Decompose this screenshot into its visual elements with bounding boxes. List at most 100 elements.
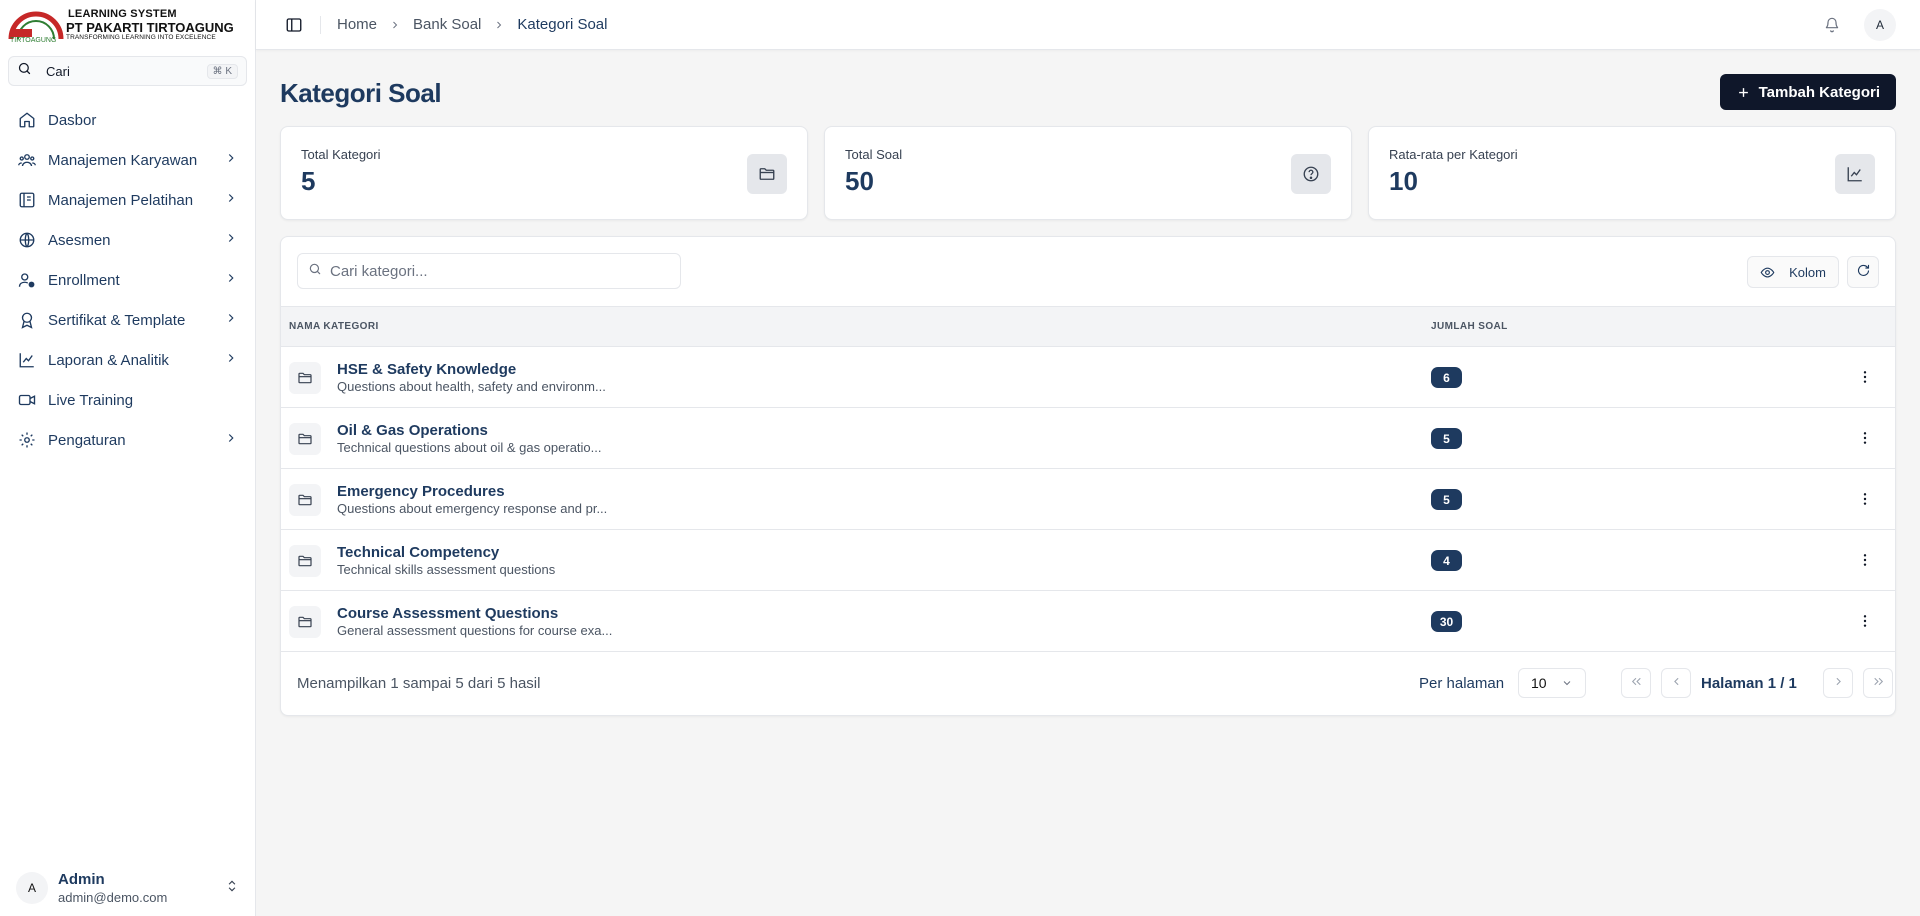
sidebar-item-manajemen-karyawan[interactable]: Manajemen Karyawan [0, 140, 256, 180]
gear-icon [18, 431, 36, 449]
last-page-button[interactable] [1863, 668, 1893, 698]
sidebar-item-dasbor[interactable]: Dasbor [0, 100, 256, 140]
brand-logo[interactable]: TIRTOAGUNG LEARNING SYSTEM PT PAKARTI TI… [0, 0, 255, 52]
chevron-right-icon [224, 351, 238, 369]
avatar[interactable]: A [1864, 8, 1896, 41]
globe-icon [18, 231, 36, 249]
divider [320, 15, 321, 34]
table-row[interactable]: Course Assessment Questions General asse… [281, 591, 1895, 652]
topbar: Home Bank Soal Kategori Soal A [256, 0, 1920, 50]
chevrons-right-icon [1872, 675, 1885, 691]
logo-mark: TIRTOAGUNG [8, 9, 64, 45]
row-title[interactable]: Technical Competency [337, 544, 499, 561]
stat-card-rata-rata: Rata-rata per Kategori 10 [1368, 126, 1896, 220]
table-row[interactable]: Oil & Gas Operations Technical questions… [281, 408, 1895, 469]
sidebar-item-label: Asesmen [48, 231, 111, 249]
sidebar-search-placeholder: Cari [46, 63, 70, 79]
sidebar-item-label: Dasbor [48, 111, 97, 129]
category-search-input[interactable] [330, 262, 650, 280]
brand-line1: LEARNING SYSTEM [68, 8, 177, 20]
next-page-button[interactable] [1823, 668, 1853, 698]
column-header-count[interactable]: JUMLAH SOAL [1431, 321, 1508, 332]
refresh-button[interactable] [1847, 256, 1879, 288]
sidebar-item-label: Manajemen Pelatihan [48, 191, 194, 209]
plus-icon [1736, 85, 1751, 100]
folder-icon [289, 484, 321, 516]
sidebar-item-asesmen[interactable]: Asesmen [0, 220, 256, 260]
chevron-right-icon [493, 19, 505, 31]
add-category-button[interactable]: Tambah Kategori [1719, 74, 1896, 110]
sidebar-item-laporan-analitik[interactable]: Laporan & Analitik [0, 340, 256, 380]
more-vertical-icon[interactable] [1855, 611, 1875, 631]
sidebar-item-label: Sertifikat & Template [48, 311, 186, 329]
sidebar-toggle-icon[interactable] [284, 15, 304, 35]
search-icon [308, 262, 322, 281]
first-page-button[interactable] [1621, 668, 1651, 698]
chevron-right-icon [224, 431, 238, 449]
sidebar-nav: Dasbor Manajemen Karyawan Manajemen Pela… [0, 100, 256, 460]
more-vertical-icon[interactable] [1855, 428, 1875, 448]
breadcrumb-home[interactable]: Home [337, 16, 377, 33]
bell-icon[interactable] [1822, 15, 1842, 35]
row-title[interactable]: HSE & Safety Knowledge [337, 361, 516, 378]
count-badge: 30 [1431, 611, 1462, 632]
results-info: Menampilkan 1 sampai 5 dari 5 hasil [297, 675, 541, 692]
chevron-right-icon [224, 231, 238, 249]
table-row[interactable]: Technical Competency Technical skills as… [281, 530, 1895, 591]
sidebar-item-manajemen-pelatihan[interactable]: Manajemen Pelatihan [0, 180, 256, 220]
chevrons-up-down-icon [225, 879, 239, 898]
table-row[interactable]: Emergency Procedures Questions about eme… [281, 469, 1895, 530]
prev-page-button[interactable] [1661, 668, 1691, 698]
category-search[interactable] [297, 253, 681, 289]
breadcrumb-bank-soal[interactable]: Bank Soal [413, 16, 481, 33]
row-title[interactable]: Oil & Gas Operations [337, 422, 488, 439]
user-check-icon [18, 271, 36, 289]
chevron-right-icon [224, 151, 238, 169]
chevron-right-icon [1832, 675, 1845, 691]
user-name: Admin [58, 871, 105, 888]
video-icon [18, 391, 36, 409]
columns-label: Kolom [1789, 264, 1826, 280]
category-table-card: Kolom NAMA KATEGORI JUMLAH SOAL HSE & Sa… [280, 236, 1896, 716]
user-menu[interactable]: A Admin admin@demo.com [0, 860, 255, 916]
sidebar-item-sertifikat-template[interactable]: Sertifikat & Template [0, 300, 256, 340]
sidebar-item-live-training[interactable]: Live Training [0, 380, 256, 420]
per-page-select[interactable]: 10 [1518, 668, 1586, 698]
sidebar-item-enrollment[interactable]: Enrollment [0, 260, 256, 300]
avatar: A [16, 872, 48, 904]
folder-icon [289, 423, 321, 455]
table-row[interactable]: HSE & Safety Knowledge Questions about h… [281, 347, 1895, 408]
row-title[interactable]: Course Assessment Questions [337, 605, 558, 622]
row-title[interactable]: Emergency Procedures [337, 483, 505, 500]
sidebar-item-pengaturan[interactable]: Pengaturan [0, 420, 256, 460]
search-icon [17, 61, 32, 81]
page-indicator: Halaman 1 / 1 [1701, 675, 1797, 692]
column-header-name[interactable]: NAMA KATEGORI [289, 321, 379, 332]
sidebar-item-label: Pengaturan [48, 431, 126, 449]
stats-row: Total Kategori 5 Total Soal 50 Rata-rata… [280, 126, 1896, 220]
more-vertical-icon[interactable] [1855, 550, 1875, 570]
count-badge: 5 [1431, 489, 1462, 510]
home-icon [18, 111, 36, 129]
more-vertical-icon[interactable] [1855, 367, 1875, 387]
columns-button[interactable]: Kolom [1747, 256, 1839, 288]
chart-line-icon [18, 351, 36, 369]
refresh-icon [1856, 263, 1871, 281]
sidebar-item-label: Enrollment [48, 271, 120, 289]
chevrons-left-icon [1630, 675, 1643, 691]
page-title: Kategori Soal [280, 78, 442, 108]
stat-label: Rata-rata per Kategori [1389, 147, 1518, 162]
brand-line3: TRANSFORMING LEARNING INTO EXCELENCE [66, 34, 216, 41]
table-footer: Menampilkan 1 sampai 5 dari 5 hasil Per … [281, 652, 1895, 715]
more-vertical-icon[interactable] [1855, 489, 1875, 509]
breadcrumb-current: Kategori Soal [517, 16, 608, 33]
stat-card-total-soal: Total Soal 50 [824, 126, 1352, 220]
user-email: admin@demo.com [58, 890, 168, 905]
folder-icon [289, 606, 321, 638]
award-icon [18, 311, 36, 329]
row-description: General assessment questions for course … [337, 623, 613, 638]
sidebar-search[interactable]: Cari ⌘ K [8, 56, 247, 86]
sidebar-item-label: Laporan & Analitik [48, 351, 169, 369]
book-icon [18, 191, 36, 209]
chevron-right-icon [224, 191, 238, 209]
